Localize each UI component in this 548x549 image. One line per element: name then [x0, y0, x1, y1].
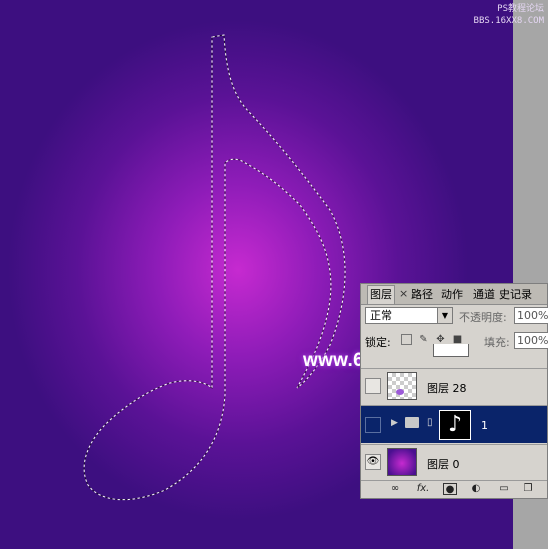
tab-channels[interactable]: 通道 — [473, 286, 495, 304]
eye-icon[interactable]: 👁 — [365, 454, 381, 470]
panel-bottom-bar: ∞ fx. ● ◐ ▭ ❐ — [361, 480, 547, 498]
tab-close-icon[interactable]: × — [399, 287, 408, 300]
blend-mode-select[interactable]: 正常 ▼ — [365, 307, 453, 324]
link-icon[interactable]: ∞ — [387, 483, 403, 495]
layer-thumbnail — [387, 372, 417, 400]
lock-paint-icon[interactable]: ✎ — [418, 334, 429, 345]
fx-icon[interactable]: fx. — [415, 483, 431, 495]
opacity-field[interactable]: 100% — [514, 307, 548, 324]
fill-label: 填充: — [484, 336, 510, 349]
tab-history[interactable]: 史记录 — [499, 286, 532, 304]
note-icon — [396, 389, 404, 395]
mask-icon[interactable]: ● — [443, 483, 457, 495]
lock-transparency-icon[interactable] — [401, 334, 412, 345]
fill-field[interactable]: 100% — [514, 332, 548, 349]
watermark-line2: BBS.16XX8.COM — [473, 16, 544, 26]
layer-name: 图层 0 — [427, 458, 460, 471]
watermark-top: PS教程论坛 BBS.16XX8.COM — [474, 3, 544, 27]
opacity-label: 不透明度: — [459, 311, 507, 324]
layers-panel: 图层 × 路径 动作 通道 史记录 正常 ▼ 不透明度: 100% 锁定: ✎ … — [360, 283, 548, 499]
folder-icon[interactable]: ▭ — [497, 483, 511, 495]
panel-tabs: 图层 × 路径 动作 通道 史记录 — [361, 284, 547, 305]
tab-layers[interactable]: 图层 — [367, 285, 395, 304]
visibility-toggle[interactable] — [365, 378, 381, 394]
layer-name: 1 — [481, 419, 488, 432]
expand-arrow-icon[interactable]: ▶ — [391, 418, 398, 428]
folder-icon — [405, 417, 419, 428]
mask-link-icon[interactable]: ▯ — [427, 417, 433, 428]
mask-thumbnail: ♪ — [439, 410, 471, 440]
tab-paths[interactable]: 路径 — [411, 286, 433, 304]
layer-row-28[interactable]: 图层 28 — [361, 368, 547, 404]
adjustment-icon[interactable]: ◐ — [469, 483, 483, 495]
lock-label: 锁定: — [365, 336, 391, 349]
visibility-toggle[interactable] — [365, 417, 381, 433]
chevron-down-icon[interactable]: ▼ — [437, 308, 452, 323]
layer-thumbnail — [387, 448, 417, 476]
layer-name: 图层 28 — [427, 382, 467, 395]
layer-row-0[interactable]: 👁 图层 0 — [361, 444, 547, 480]
blend-mode-value: 正常 — [370, 309, 392, 322]
music-note-icon: ♪ — [448, 412, 463, 437]
partial-layer-thumb — [433, 344, 469, 357]
blend-row: 正常 ▼ 不透明度: 100% — [364, 306, 548, 326]
layer-row-group-1[interactable]: ▶ ▯ ♪ 1 — [361, 405, 547, 443]
tab-actions[interactable]: 动作 — [441, 286, 463, 304]
watermark-line1: PS教程论坛 — [497, 4, 544, 14]
tab-layers-label: 图层 — [370, 288, 392, 301]
new-layer-icon[interactable]: ❐ — [521, 483, 535, 495]
